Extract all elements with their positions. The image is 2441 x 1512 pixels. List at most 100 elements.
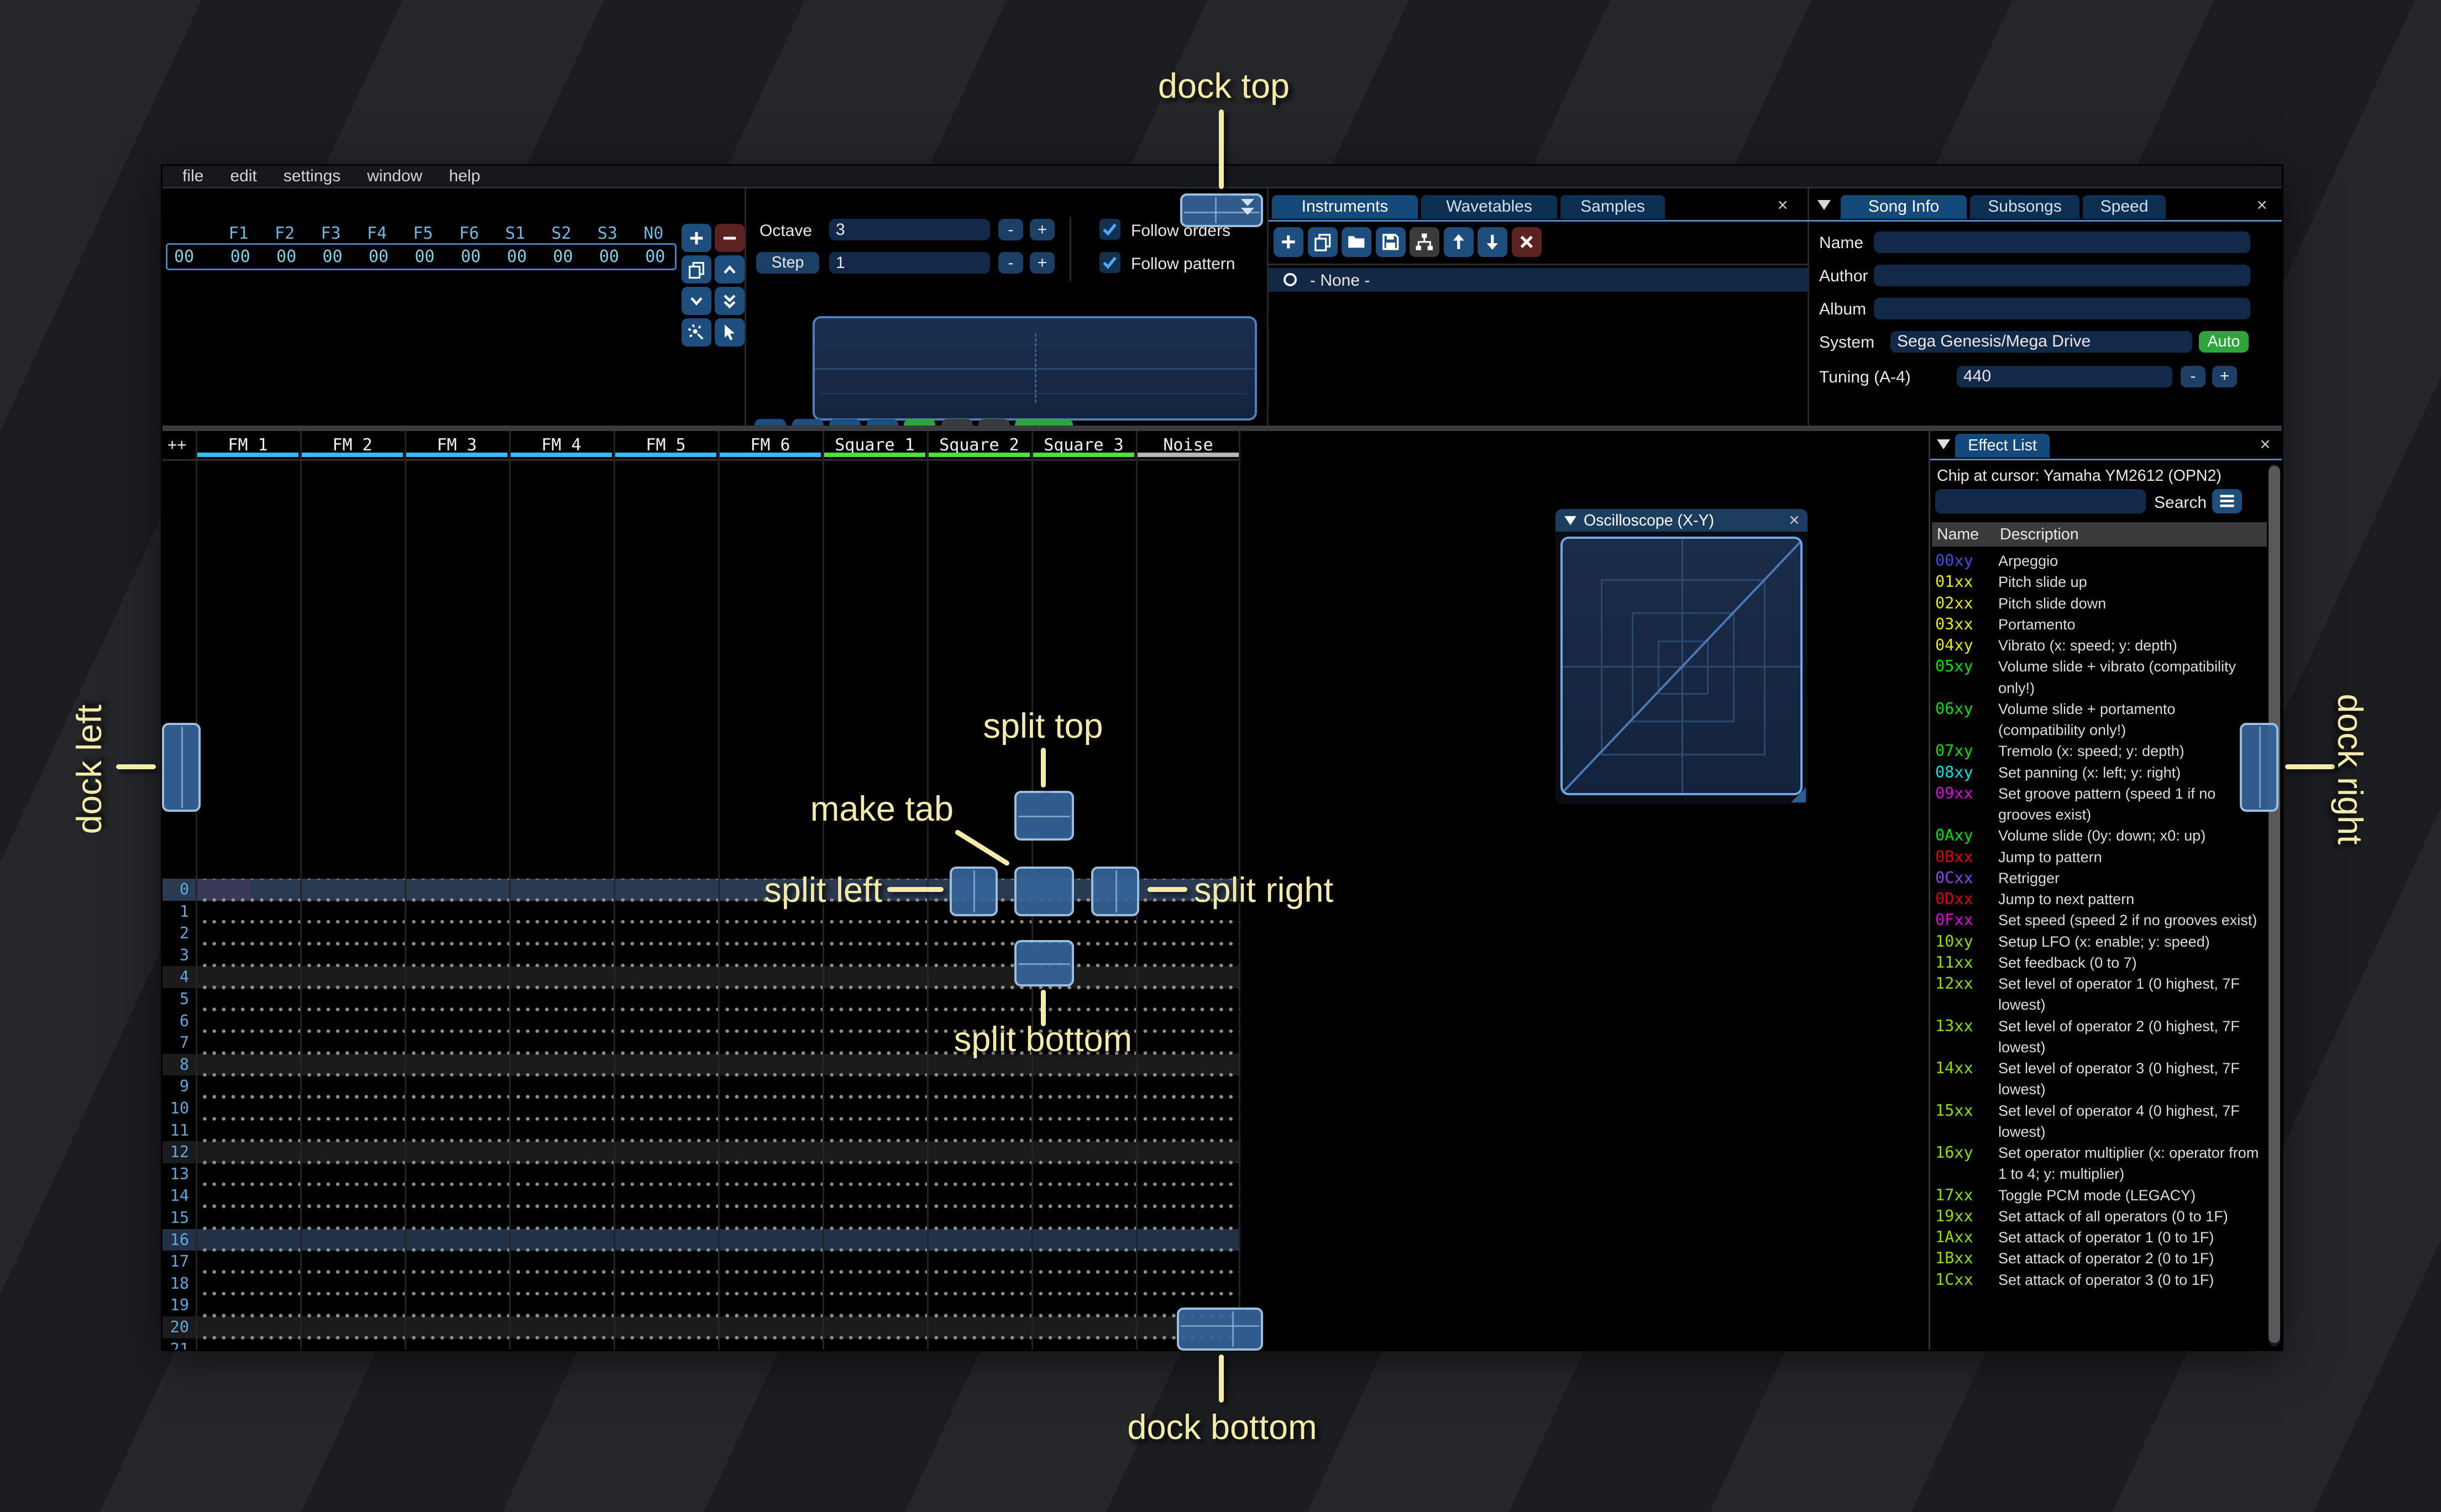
save-instrument-button[interactable]	[1375, 227, 1406, 257]
move-instrument-down-button[interactable]	[1478, 227, 1507, 257]
add-order-button[interactable]	[682, 224, 711, 252]
step-increase-button[interactable]: +	[1030, 252, 1055, 274]
pattern-row[interactable]: 18	[163, 1272, 1240, 1295]
tab-wavetables[interactable]: Wavetables	[1421, 195, 1557, 219]
expand-button[interactable]: ++	[167, 435, 186, 454]
close-icon[interactable]: ×	[2254, 196, 2270, 214]
octave-increase-button[interactable]: +	[1030, 219, 1055, 240]
collapse-icon[interactable]	[1937, 439, 1950, 449]
effect-row[interactable]: 17xx Toggle PCM mode (LEGACY)	[1935, 1185, 2265, 1206]
effect-row[interactable]: 02xx Pitch slide down	[1935, 593, 2265, 614]
menu-item-window[interactable]: window	[354, 167, 436, 186]
octave-input[interactable]: 3	[829, 219, 990, 240]
open-instrument-button[interactable]	[1342, 227, 1371, 257]
effect-row[interactable]: 04xy Vibrato (x: speed; y: depth)	[1935, 635, 2265, 656]
pattern-row[interactable]: 3	[163, 944, 1240, 967]
remove-order-button[interactable]	[715, 224, 745, 252]
duplicate-order-end-button[interactable]	[715, 287, 745, 315]
scrollbar-thumb[interactable]	[2269, 466, 2280, 1343]
pattern-row[interactable]: 14	[163, 1185, 1240, 1207]
channel-header-square-1[interactable]: Square 1	[823, 435, 927, 455]
author-field[interactable]	[1874, 264, 2250, 286]
menu-item-settings[interactable]: settings	[270, 167, 354, 186]
effect-row[interactable]: 13xx Set level of operator 2 (0 highest, …	[1935, 1016, 2265, 1058]
effect-row[interactable]: 19xx Set attack of all operators (0 to 1F…	[1935, 1206, 2265, 1227]
pattern-row[interactable]: 9	[163, 1075, 1240, 1098]
follow-pattern-checkbox[interactable]	[1099, 252, 1120, 273]
effect-list-menu-button[interactable]	[2212, 489, 2242, 513]
effect-list-scrollbar[interactable]	[2269, 464, 2280, 1346]
channel-header-fm-3[interactable]: FM 3	[405, 435, 509, 455]
oscilloscope-titlebar[interactable]: Oscilloscope (X-Y) ×	[1555, 509, 1808, 532]
splitter[interactable]	[163, 425, 2282, 431]
close-icon[interactable]: ×	[2257, 435, 2274, 453]
oscilloscope-window[interactable]: Oscilloscope (X-Y) ×	[1555, 509, 1808, 804]
order-cell[interactable]: 00	[402, 247, 448, 266]
dock-right-target[interactable]	[2239, 723, 2278, 812]
effect-search-input[interactable]	[1935, 489, 2146, 513]
tab-samples[interactable]: Samples	[1560, 195, 1665, 219]
channel-header-fm-5[interactable]: FM 5	[614, 435, 718, 455]
step-chip[interactable]: Step	[756, 252, 819, 274]
dock-left-target[interactable]	[161, 723, 201, 812]
channel-header-square-2[interactable]: Square 2	[927, 435, 1031, 455]
pattern-row[interactable]: 4	[163, 966, 1240, 988]
order-edit-mode-button[interactable]	[715, 318, 745, 347]
split-right-target[interactable]	[1091, 866, 1139, 916]
channel-header-fm-2[interactable]: FM 2	[300, 435, 405, 455]
channel-header-square-3[interactable]: Square 3	[1031, 435, 1136, 455]
split-bottom-target[interactable]	[1014, 940, 1074, 986]
move-order-up-button[interactable]	[715, 255, 745, 284]
close-icon[interactable]: ×	[1774, 196, 1791, 214]
duplicate-order-button[interactable]	[682, 255, 711, 284]
menu-item-edit[interactable]: edit	[217, 167, 270, 186]
order-cell[interactable]: 00	[310, 247, 355, 266]
album-field[interactable]	[1874, 297, 2250, 319]
effect-row[interactable]: 09xx Set groove pattern (speed 1 if no gr…	[1935, 783, 2265, 826]
name-field[interactable]	[1874, 231, 2250, 253]
move-instrument-up-button[interactable]	[1443, 227, 1474, 257]
effect-row[interactable]: 05xy Volume slide + vibrato (compatibilit…	[1935, 656, 2265, 699]
effect-row[interactable]: 0Dxx Jump to next pattern	[1935, 889, 2265, 910]
pattern-row[interactable]: 15	[163, 1207, 1240, 1229]
order-cell[interactable]: 00	[540, 247, 586, 266]
tab-effect-list[interactable]: Effect List	[1955, 433, 2050, 458]
dock-top-target[interactable]	[1180, 193, 1263, 227]
channel-header-noise[interactable]: Noise	[1136, 435, 1240, 455]
instrument-dir-button[interactable]	[1410, 227, 1439, 257]
channel-header-fm-6[interactable]: FM 6	[718, 435, 823, 455]
effect-row[interactable]: 1Bxx Set attack of operator 2 (0 to 1F)	[1935, 1248, 2265, 1269]
tab-speed[interactable]: Speed	[2083, 195, 2166, 219]
order-change-mode-button[interactable]	[682, 318, 711, 347]
effect-row[interactable]: 00xy Arpeggio	[1935, 550, 2265, 571]
tab-subsongs[interactable]: Subsongs	[1970, 195, 2079, 219]
follow-orders-checkbox[interactable]	[1099, 219, 1120, 240]
effect-row[interactable]: 03xx Portamento	[1935, 614, 2265, 635]
split-left-target[interactable]	[949, 866, 998, 916]
effect-row[interactable]: 06xy Volume slide + portamento (compatibi…	[1935, 699, 2265, 741]
effect-row[interactable]: 0Cxx Retrigger	[1935, 868, 2265, 889]
tuning-decrease-button[interactable]: -	[2181, 365, 2206, 387]
effect-row[interactable]: 0Axy Volume slide (0y: down; x0: up)	[1935, 825, 2265, 846]
make-tab-target[interactable]	[1014, 866, 1074, 916]
order-cell[interactable]: 00	[217, 247, 263, 266]
pattern-row[interactable]: 11	[163, 1119, 1240, 1142]
tab-song-info[interactable]: Song Info	[1841, 195, 1967, 219]
pattern-row[interactable]: 20	[163, 1316, 1240, 1338]
tab-instruments[interactable]: Instruments	[1272, 195, 1418, 219]
channel-header-fm-1[interactable]: FM 1	[196, 435, 300, 455]
effect-row[interactable]: 15xx Set level of operator 4 (0 highest, …	[1935, 1100, 2265, 1143]
step-decrease-button[interactable]: -	[998, 252, 1023, 274]
effect-row[interactable]: 01xx Pitch slide up	[1935, 571, 2265, 592]
move-order-down-button[interactable]	[682, 287, 711, 315]
system-field[interactable]: Sega Genesis/Mega Drive	[1890, 330, 2192, 353]
channel-header-fm-4[interactable]: FM 4	[509, 435, 614, 455]
tuning-increase-button[interactable]: +	[2212, 365, 2237, 387]
effect-row[interactable]: 07xy Tremolo (x: speed; y: depth)	[1935, 741, 2265, 762]
order-cell[interactable]: 00	[586, 247, 632, 266]
menu-item-file[interactable]: file	[169, 167, 217, 186]
order-cell[interactable]: 00	[632, 247, 678, 266]
add-instrument-button[interactable]	[1274, 227, 1303, 257]
dock-bottom-target[interactable]	[1176, 1307, 1263, 1351]
auto-system-button[interactable]: Auto	[2199, 330, 2249, 353]
